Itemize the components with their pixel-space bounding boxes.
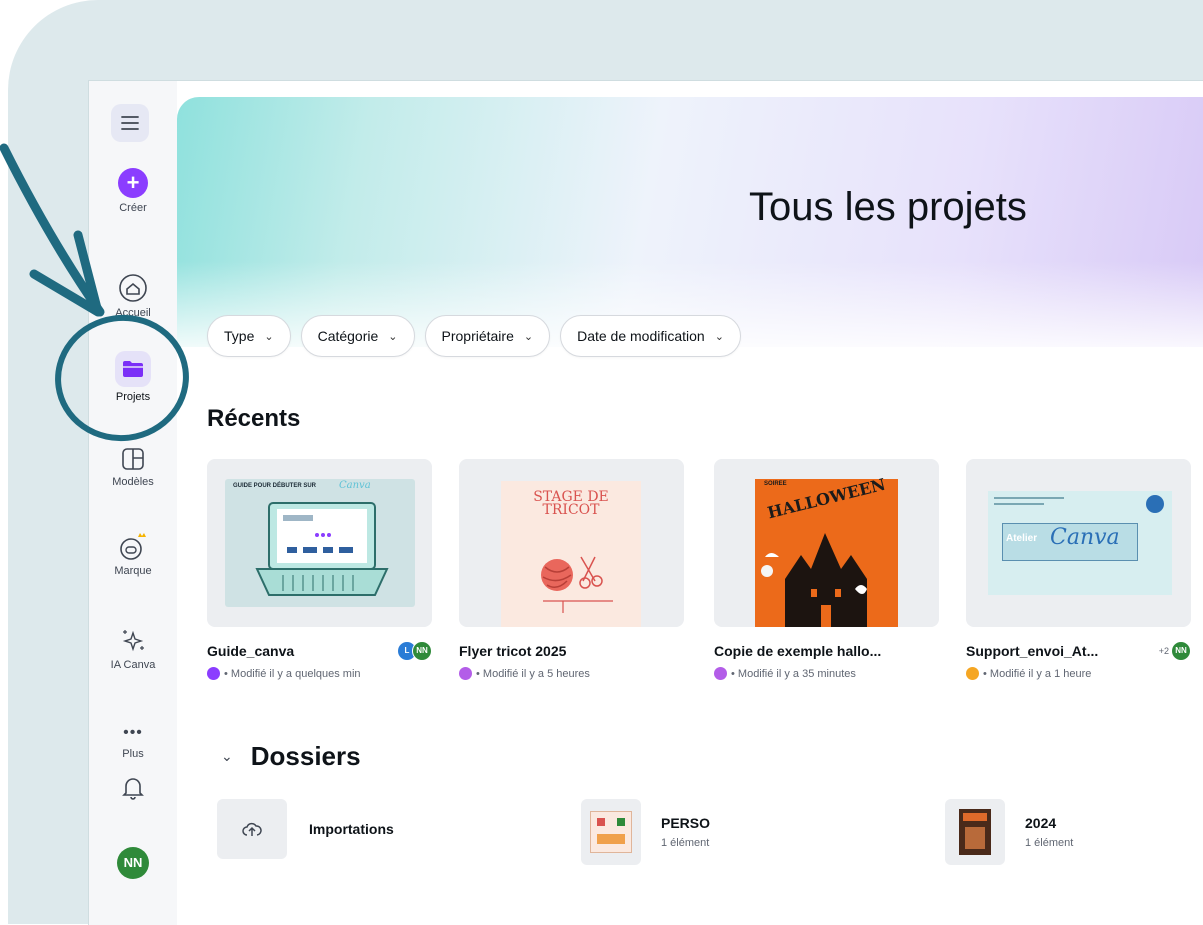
annotation-overlay bbox=[0, 143, 189, 442]
annotation-arrow bbox=[0, 143, 105, 317]
annotation-circle bbox=[55, 314, 189, 442]
